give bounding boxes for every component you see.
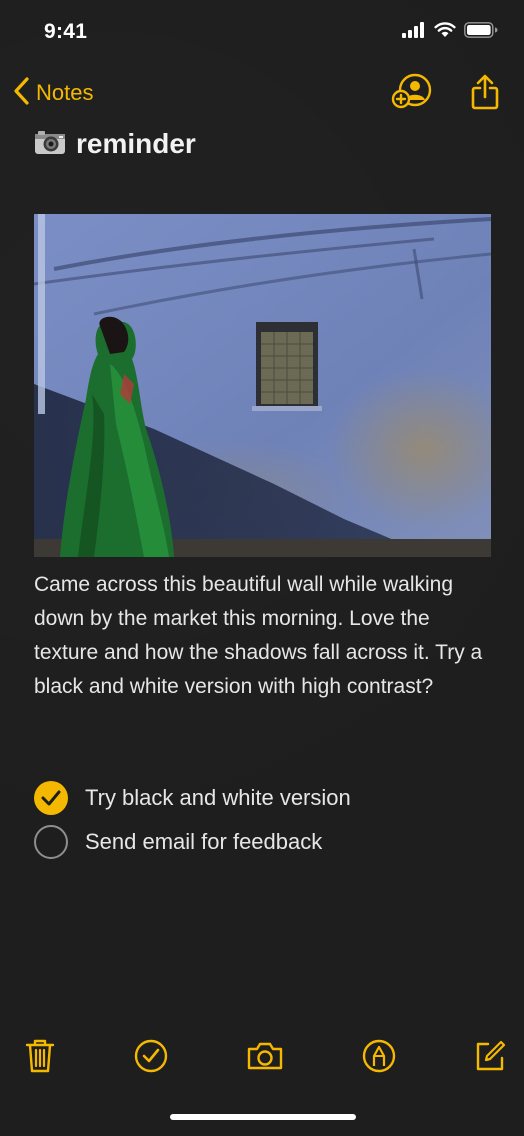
wifi-icon (434, 22, 456, 43)
status-bar: 9:41 (0, 0, 524, 64)
share-icon (470, 73, 500, 116)
markup-icon (362, 1039, 396, 1078)
home-indicator[interactable] (170, 1114, 356, 1120)
signal-icon (402, 22, 426, 43)
compose-button[interactable] (468, 1036, 512, 1080)
notes-screen: 9:41 Notes reminder Came across this bea… (0, 0, 524, 1136)
camera-icon (34, 129, 66, 160)
note-photo[interactable] (34, 214, 491, 557)
delete-button[interactable] (18, 1036, 62, 1080)
markup-button[interactable] (357, 1036, 401, 1080)
add-person-button[interactable] (390, 72, 434, 116)
empty-circle-icon[interactable] (34, 825, 68, 859)
back-button-label: Notes (36, 80, 94, 105)
checklist-button[interactable] (129, 1036, 173, 1080)
trash-icon (25, 1038, 55, 1079)
checklist-item[interactable]: Try black and white version (34, 776, 494, 820)
note-body[interactable]: Came across this beautiful wall while wa… (34, 568, 496, 704)
status-time: 9:41 (44, 20, 88, 43)
add-person-icon (391, 72, 433, 117)
back-button[interactable]: Notes (12, 76, 93, 110)
checklist-icon (134, 1039, 168, 1078)
camera-icon (246, 1041, 284, 1076)
note-title[interactable]: reminder (34, 128, 196, 160)
bottom-toolbar (0, 1036, 524, 1080)
chevron-left-icon (12, 75, 32, 112)
battery-icon (464, 22, 498, 43)
share-button[interactable] (463, 72, 507, 116)
status-icons (402, 22, 498, 43)
checklist-item[interactable]: Send email for feedback (34, 820, 494, 864)
compose-icon (473, 1039, 507, 1078)
checklist-item-label: Try black and white version (85, 785, 351, 810)
camera-button[interactable] (243, 1036, 287, 1080)
checkmark-circle-icon[interactable] (34, 781, 68, 815)
checklist: Try black and white version Send email f… (34, 776, 494, 864)
checklist-item-label: Send email for feedback (85, 829, 323, 854)
title-text: reminder (76, 128, 196, 159)
